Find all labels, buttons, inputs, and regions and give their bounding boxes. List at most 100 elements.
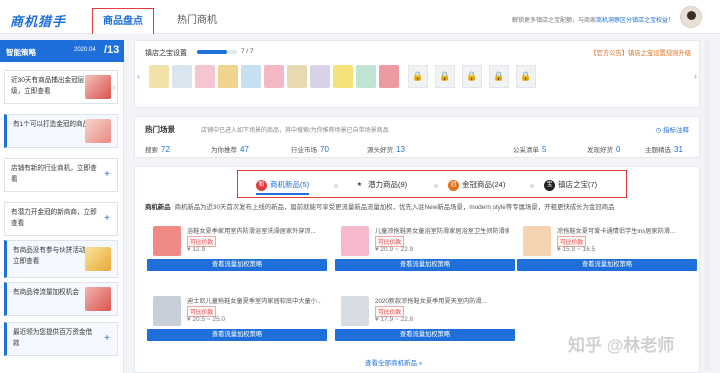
- product-thumbnail: [85, 75, 111, 99]
- store-product-thumb[interactable]: [356, 65, 376, 88]
- metric-discover-goods[interactable]: 发现好货 0: [587, 144, 620, 154]
- metric-label: 公采清单: [513, 147, 539, 154]
- metric-search[interactable]: 搜索 72: [145, 144, 170, 154]
- store-product-thumb[interactable]: [241, 65, 261, 88]
- metric-label: 源头好货: [367, 147, 393, 154]
- strategy-item[interactable]: 有商品没有参与伙拼活动，立即查看: [4, 240, 118, 278]
- store-treasure-count: 7 / 7: [241, 48, 254, 55]
- product-image[interactable]: [341, 296, 369, 326]
- product-title[interactable]: 迪士尼儿童拖鞋女童夏季室内家居软底中大童小...: [187, 296, 321, 305]
- store-product-thumb[interactable]: [264, 65, 284, 88]
- store-product-thumb[interactable]: [218, 65, 238, 88]
- store-treasure-label: 镇店之宝设置: [145, 50, 187, 57]
- product-price: ¥ 20.9 ~ 22.9: [375, 246, 414, 253]
- tab-hot-opportunities[interactable]: 热门商机: [168, 8, 226, 34]
- chevron-right-icon[interactable]: ›: [694, 71, 697, 81]
- scene-description: 店铺中已进入如下场景的商品，其中搜索/为你推荐场景已自带场景商品: [201, 128, 389, 134]
- lock-icon[interactable]: 🔒: [516, 65, 536, 88]
- tab-crown-products[interactable]: 冠金冠商品(24): [448, 179, 505, 191]
- tab-label: 商机新品(5): [270, 180, 310, 189]
- tab-new-products[interactable]: 新商机新品(5): [256, 179, 310, 195]
- store-product-thumb[interactable]: [310, 65, 330, 88]
- tab-product-inventory[interactable]: 商品盘点: [92, 8, 154, 34]
- store-product-thumb[interactable]: [287, 65, 307, 88]
- progress-fill: [197, 50, 227, 54]
- product-image[interactable]: [153, 296, 181, 326]
- product-card: 2020新款凉拖鞋女夏季用夏天室内防滑... 可比价款 ¥ 17.9 ~ 22.…: [335, 291, 515, 347]
- product-image[interactable]: [341, 226, 369, 256]
- lock-icon[interactable]: 🔒: [408, 65, 428, 88]
- metric-value: 0: [616, 145, 621, 154]
- metric-recommend[interactable]: 为你推荐 47: [211, 144, 249, 154]
- product-title[interactable]: 浴鞋女夏季家用室内防滑浴室洗澡居家外穿凉...: [187, 226, 321, 235]
- tab-store-treasure[interactable]: 宝镇店之宝(7): [544, 179, 597, 191]
- lock-icon[interactable]: 🔒: [489, 65, 509, 88]
- chevron-left-icon[interactable]: ‹: [137, 71, 140, 81]
- plus-icon[interactable]: +: [104, 213, 110, 224]
- top-notice: 解锁更多镇店之宝配额，与商家商机洞察区分镇店之宝权益！: [512, 15, 674, 24]
- official-notice-link[interactable]: 【官方公告】镇店之宝设置规则升级: [590, 48, 691, 57]
- strategy-item-text: 有商品待流量加权机会: [13, 289, 79, 296]
- product-title[interactable]: 儿童凉拖鞋男女童浴室防滑家居浴室卫生间防滑家...: [375, 226, 509, 235]
- metric-theme-selection[interactable]: 主题精选 31: [645, 144, 683, 154]
- lock-icon[interactable]: 🔒: [462, 65, 482, 88]
- product-card: 儿童凉拖鞋男女童浴室防滑家居浴室卫生间防滑家... 可比价款 ¥ 20.9 ~ …: [335, 221, 515, 277]
- strategy-item[interactable]: 近30天有商品捕出金冠层级，立即查看 ›: [4, 70, 118, 104]
- top-notice-link[interactable]: 商机洞察区分镇店之宝权益！: [596, 18, 674, 24]
- traffic-strategy-button[interactable]: 查看流量加权策略: [147, 329, 327, 341]
- avatar[interactable]: [680, 6, 702, 28]
- strategy-item[interactable]: 店铺有新的行业商机，立即查看 +: [4, 158, 118, 192]
- strategy-sidebar: 智能策略 2020.04 /13 近30天有商品捕出金冠层级，立即查看 › 有1个…: [0, 40, 124, 373]
- plus-icon[interactable]: +: [104, 169, 110, 180]
- metric-label: 主题精选: [645, 147, 671, 154]
- product-price: ¥ 15.9 ~ 16.5: [557, 246, 596, 253]
- strategy-item-text: 近30天有商品捕出金冠层级，立即查看: [11, 77, 85, 95]
- product-price: ¥ 20.5 ~ 25.0: [187, 316, 226, 323]
- metric-value: 70: [320, 145, 329, 154]
- traffic-strategy-button[interactable]: 查看流量加权策略: [335, 259, 515, 271]
- strategy-item[interactable]: 最近领为您提供百万资金借款 +: [4, 322, 118, 356]
- watermark: 知乎 @林老师: [568, 336, 675, 355]
- app-logo[interactable]: 商机猎手: [10, 11, 66, 30]
- metric-public-list[interactable]: 公采清单 5: [513, 144, 546, 154]
- view-all-new-products-link[interactable]: 查看全部商机新品 »: [365, 357, 422, 367]
- separator-dot: [334, 184, 338, 188]
- metric-value: 5: [542, 145, 547, 154]
- indicator-note-link[interactable]: ◷ 指标注释: [656, 124, 689, 134]
- traffic-strategy-button[interactable]: 查看流量加权策略: [335, 329, 515, 341]
- product-price: ¥ 12.9: [187, 246, 206, 253]
- tab-label: 潜力商品(9): [368, 180, 408, 189]
- crown-icon: 冠: [448, 179, 459, 191]
- metric-label: 为你推荐: [211, 147, 237, 154]
- product-title[interactable]: 凉拖鞋女夏可爱卡通情侣学生ins居家防滑...: [557, 226, 691, 235]
- new-product-icon: 新: [256, 179, 267, 191]
- product-price: ¥ 17.9 ~ 22.8: [375, 316, 414, 323]
- store-product-thumb[interactable]: [149, 65, 169, 88]
- product-image[interactable]: [523, 226, 551, 256]
- metric-value: 31: [674, 145, 683, 154]
- store-product-thumb[interactable]: [333, 65, 353, 88]
- metric-industry-market[interactable]: 行业市场 70: [291, 144, 329, 154]
- product-image[interactable]: [153, 226, 181, 256]
- strategy-item-text: 最近领为您提供百万资金借款: [13, 329, 93, 347]
- strategy-item[interactable]: 有1个可以打造金冠的商品: [4, 114, 118, 148]
- store-product-thumb[interactable]: [379, 65, 399, 88]
- traffic-strategy-button[interactable]: 查看流量加权策略: [517, 259, 697, 271]
- metric-label: 发现好货: [587, 147, 613, 154]
- lock-icon[interactable]: 🔒: [435, 65, 455, 88]
- strategy-item[interactable]: 有潜力开金冠的新商商，立即查看 +: [4, 202, 118, 236]
- metric-value: 72: [161, 145, 170, 154]
- scrollbar[interactable]: [704, 40, 710, 370]
- store-product-thumb[interactable]: [195, 65, 215, 88]
- strategy-item-text: 有1个可以打造金冠的商品: [13, 121, 90, 128]
- strategy-item[interactable]: 有商品待流量加权机会: [4, 282, 118, 316]
- metric-source-goods[interactable]: 源头好货 13: [367, 144, 405, 154]
- product-thumbnail: [85, 287, 111, 311]
- sidebar-date: 2020.04: [74, 47, 96, 53]
- sidebar-day: /13: [104, 44, 120, 56]
- traffic-strategy-button[interactable]: 查看流量加权策略: [147, 259, 327, 271]
- product-title[interactable]: 2020新款凉拖鞋女夏季用夏天室内防滑...: [375, 296, 509, 305]
- store-product-thumb[interactable]: [172, 65, 192, 88]
- plus-icon[interactable]: +: [104, 333, 110, 344]
- tab-potential-products[interactable]: ★ 潜力商品(9): [354, 179, 407, 191]
